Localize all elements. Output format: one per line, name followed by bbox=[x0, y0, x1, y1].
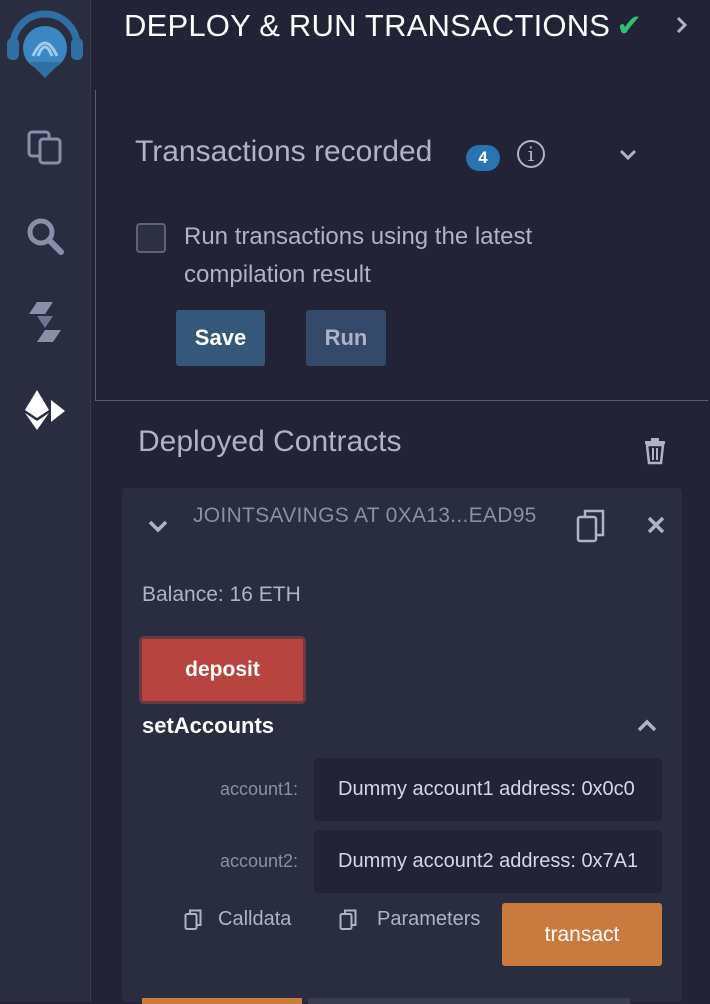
icon-sidebar bbox=[0, 0, 91, 1002]
deposit-button[interactable]: deposit bbox=[139, 636, 306, 704]
transactions-count-badge: 4 bbox=[466, 145, 500, 171]
account2-label: account2: bbox=[220, 851, 299, 871]
file-explorer-icon[interactable] bbox=[0, 126, 90, 166]
panel-title-text: DEPLOY & RUN TRANSACTIONS bbox=[124, 8, 611, 43]
remix-logo-icon[interactable] bbox=[0, 8, 90, 80]
deploy-run-icon[interactable] bbox=[0, 388, 90, 434]
run-latest-compilation-checkbox[interactable] bbox=[136, 223, 166, 253]
contract-balance: Balance: 16 ETH bbox=[142, 583, 301, 606]
account2-input[interactable] bbox=[314, 830, 662, 893]
info-icon[interactable]: i bbox=[517, 140, 545, 168]
contract-instance-title[interactable]: JOINTSAVINGS AT 0XA13...EAD95 bbox=[193, 504, 537, 528]
copy-icon[interactable] bbox=[576, 509, 606, 548]
check-icon: ✔ bbox=[616, 8, 643, 43]
account1-label: account1: bbox=[220, 779, 299, 799]
run-latest-compilation-label: Run transactions using the latest compil… bbox=[184, 223, 533, 288]
chevron-down-icon[interactable] bbox=[147, 519, 169, 538]
close-icon[interactable] bbox=[646, 515, 666, 540]
contract-instance-card: JOINTSAVINGS AT 0XA13...EAD95 Balance: 1… bbox=[122, 488, 682, 1004]
panel-title: DEPLOY & RUN TRANSACTIONS ✔ bbox=[124, 8, 642, 44]
chevron-down-icon[interactable] bbox=[618, 148, 638, 167]
function-name: setAccounts bbox=[142, 713, 275, 738]
chevron-up-icon[interactable] bbox=[636, 719, 658, 738]
copy-icon bbox=[339, 909, 357, 930]
next-function-input[interactable] bbox=[308, 998, 630, 1004]
calldata-button[interactable]: Calldata bbox=[184, 908, 291, 931]
transactions-recorded-title: Transactions recorded bbox=[135, 135, 433, 168]
account1-input[interactable] bbox=[314, 758, 662, 821]
next-function-button[interactable] bbox=[142, 998, 302, 1004]
chevron-right-icon[interactable] bbox=[674, 15, 690, 40]
save-button[interactable]: Save bbox=[176, 310, 265, 366]
solidity-compiler-icon[interactable] bbox=[0, 300, 90, 344]
parameters-button[interactable]: Parameters bbox=[339, 908, 480, 931]
copy-icon bbox=[184, 909, 202, 930]
run-button[interactable]: Run bbox=[306, 310, 386, 366]
deployed-contracts-title: Deployed Contracts bbox=[138, 425, 402, 458]
search-icon[interactable] bbox=[0, 216, 90, 256]
deploy-run-panel: DEPLOY & RUN TRANSACTIONS ✔ Transactions … bbox=[91, 0, 710, 1004]
trash-icon[interactable] bbox=[643, 437, 667, 470]
transact-button[interactable]: transact bbox=[502, 903, 662, 966]
calldata-label: Calldata bbox=[218, 908, 292, 930]
parameters-label: Parameters bbox=[377, 908, 481, 930]
